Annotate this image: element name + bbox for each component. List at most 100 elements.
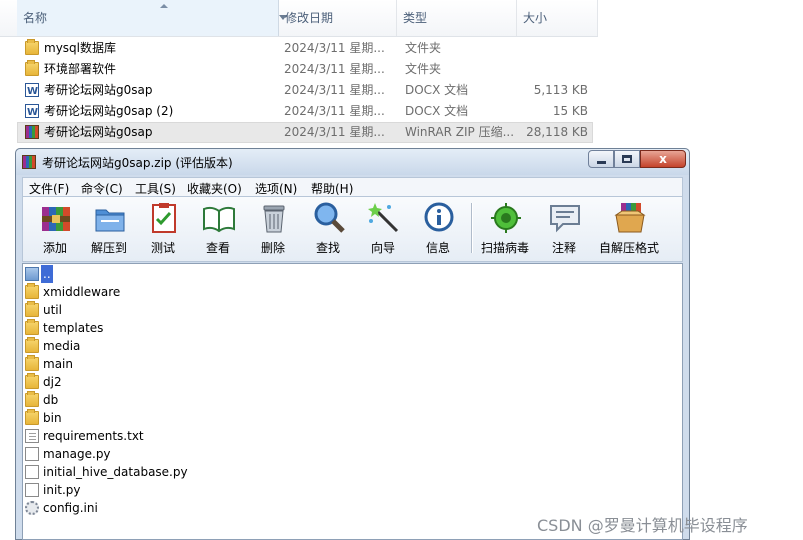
list-item-name: .. <box>41 265 53 283</box>
file-size: 15 KB <box>552 104 588 118</box>
info-label: 信息 <box>425 241 450 255</box>
add-archive-icon <box>42 207 70 231</box>
minimize-button[interactable] <box>588 150 614 168</box>
file-name: mysql数据库 <box>44 41 116 55</box>
explorer-row[interactable]: 考研论坛网站g0sap (2) 2024/3/11 星期... DOCX 文档 … <box>17 101 593 123</box>
list-item-name: manage.py <box>43 447 111 461</box>
comment-icon <box>550 205 580 233</box>
file-type: 文件夹 <box>405 62 442 76</box>
archive-file-list: .. xmiddleware util templates media main… <box>22 263 683 540</box>
folder-icon <box>25 355 39 371</box>
explorer-row-selected[interactable]: 考研论坛网站g0sap 2024/3/11 星期... WinRAR ZIP 压… <box>17 122 593 143</box>
menu-file[interactable]: 文件(F) <box>29 180 69 197</box>
folder-icon <box>25 373 39 389</box>
maximize-icon <box>622 155 632 163</box>
winrar-app-icon <box>22 155 36 169</box>
python-file-icon <box>25 483 39 497</box>
folder-icon <box>25 391 39 407</box>
column-type-label: 类型 <box>403 11 428 25</box>
file-date: 2024/3/11 星期... <box>284 83 385 97</box>
list-item-name: media <box>43 339 81 353</box>
extract-to-icon <box>95 209 125 232</box>
sfx-box-icon <box>614 203 646 233</box>
menu-options[interactable]: 选项(N) <box>255 180 297 197</box>
file-size: 5,113 KB <box>533 83 588 97</box>
list-item-name: dj2 <box>43 375 62 389</box>
window-title: 考研论坛网站g0sap.zip (评估版本) <box>42 156 233 170</box>
folder-icon <box>25 60 39 76</box>
title-bar[interactable]: 考研论坛网站g0sap.zip (评估版本) x <box>16 149 689 175</box>
column-name-header[interactable]: 名称 <box>17 0 287 36</box>
close-button[interactable]: x <box>640 150 686 168</box>
column-name-label: 名称 <box>23 11 48 25</box>
menu-favorites[interactable]: 收藏夹(O) <box>187 180 242 197</box>
explorer-row[interactable]: 考研论坛网站g0sap 2024/3/11 星期... DOCX 文档 5,11… <box>17 80 593 102</box>
sort-up-icon <box>160 4 168 8</box>
list-item-name: xmiddleware <box>43 285 121 299</box>
file-type: WinRAR ZIP 压缩... <box>405 125 515 139</box>
info-icon <box>424 202 454 232</box>
comment-label: 注释 <box>551 241 576 255</box>
column-date-header[interactable]: 修改日期 <box>279 0 397 36</box>
file-name: 考研论坛网站g0sap <box>44 125 153 139</box>
explorer-row[interactable]: mysql数据库 2024/3/11 星期... 文件夹 <box>17 38 593 59</box>
watermark: CSDN @罗曼计算机毕设程序 <box>537 516 748 535</box>
docx-icon <box>25 81 39 102</box>
folder-icon <box>25 283 39 299</box>
list-item-name: bin <box>43 411 62 425</box>
comment-button[interactable]: 注释 <box>538 201 590 257</box>
file-date: 2024/3/11 星期... <box>284 104 385 118</box>
file-name: 考研论坛网站g0sap (2) <box>44 104 174 118</box>
folder-icon <box>25 39 39 55</box>
view-book-icon <box>203 206 235 233</box>
list-item-name: config.ini <box>43 501 98 515</box>
column-size-header[interactable]: 大小 <box>517 0 598 36</box>
virus-scan-button[interactable]: 扫描病毒 <box>479 201 531 257</box>
list-item-name: util <box>43 303 62 317</box>
file-date: 2024/3/11 星期... <box>284 62 385 76</box>
sfx-button[interactable]: 自解压格式 <box>599 201 659 257</box>
menu-commands[interactable]: 命令(C) <box>81 180 123 197</box>
explorer-row[interactable]: 环境部署软件 2024/3/11 星期... 文件夹 <box>17 59 593 80</box>
parent-folder-icon <box>25 267 39 281</box>
folder-icon <box>25 409 39 425</box>
text-file-icon <box>25 429 39 443</box>
folder-icon <box>25 301 39 317</box>
menu-tools[interactable]: 工具(S) <box>135 180 176 197</box>
file-size: 28,118 KB <box>526 125 588 139</box>
list-item-name: initial_hive_database.py <box>43 465 188 479</box>
minimize-icon <box>597 161 606 164</box>
file-date: 2024/3/11 星期... <box>284 125 385 139</box>
config-file-icon <box>25 501 39 515</box>
folder-icon <box>25 337 39 353</box>
file-name: 环境部署软件 <box>44 62 117 76</box>
wizard-wand-icon <box>368 203 399 233</box>
sfx-label: 自解压格式 <box>598 241 659 255</box>
info-button[interactable]: 信息 <box>412 201 464 257</box>
file-type: 文件夹 <box>405 41 442 55</box>
maximize-button[interactable] <box>614 150 640 168</box>
test-icon <box>152 203 176 233</box>
winrar-window: 考研论坛网站g0sap.zip (评估版本) x 文件(F) 命令(C) 工具(… <box>15 148 690 540</box>
list-item-name: requirements.txt <box>43 429 144 443</box>
trash-icon <box>263 205 285 233</box>
python-file-icon <box>25 465 39 479</box>
menu-help[interactable]: 帮助(H) <box>311 180 353 197</box>
list-item-name: main <box>43 357 73 371</box>
list-item-name: init.py <box>43 483 81 497</box>
python-file-icon <box>25 447 39 461</box>
window-controls: x <box>588 150 686 168</box>
docx-icon <box>25 102 39 123</box>
virus-scan-icon <box>491 203 521 233</box>
toolbar: 添加 解压到 测试 查看 删除 查找 向导 信息 扫描病毒 注释 自解压格式 <box>22 197 683 262</box>
file-type: DOCX 文档 <box>405 83 469 97</box>
column-size-label: 大小 <box>523 11 548 25</box>
list-item-name: templates <box>43 321 104 335</box>
column-type-header[interactable]: 类型 <box>397 0 517 36</box>
column-date-label: 修改日期 <box>285 11 334 25</box>
list-item-name: db <box>43 393 59 407</box>
file-name: 考研论坛网站g0sap <box>44 83 153 97</box>
close-icon: x <box>659 152 667 166</box>
explorer-column-header: 名称 修改日期 类型 大小 <box>0 0 598 37</box>
file-date: 2024/3/11 星期... <box>284 41 385 55</box>
